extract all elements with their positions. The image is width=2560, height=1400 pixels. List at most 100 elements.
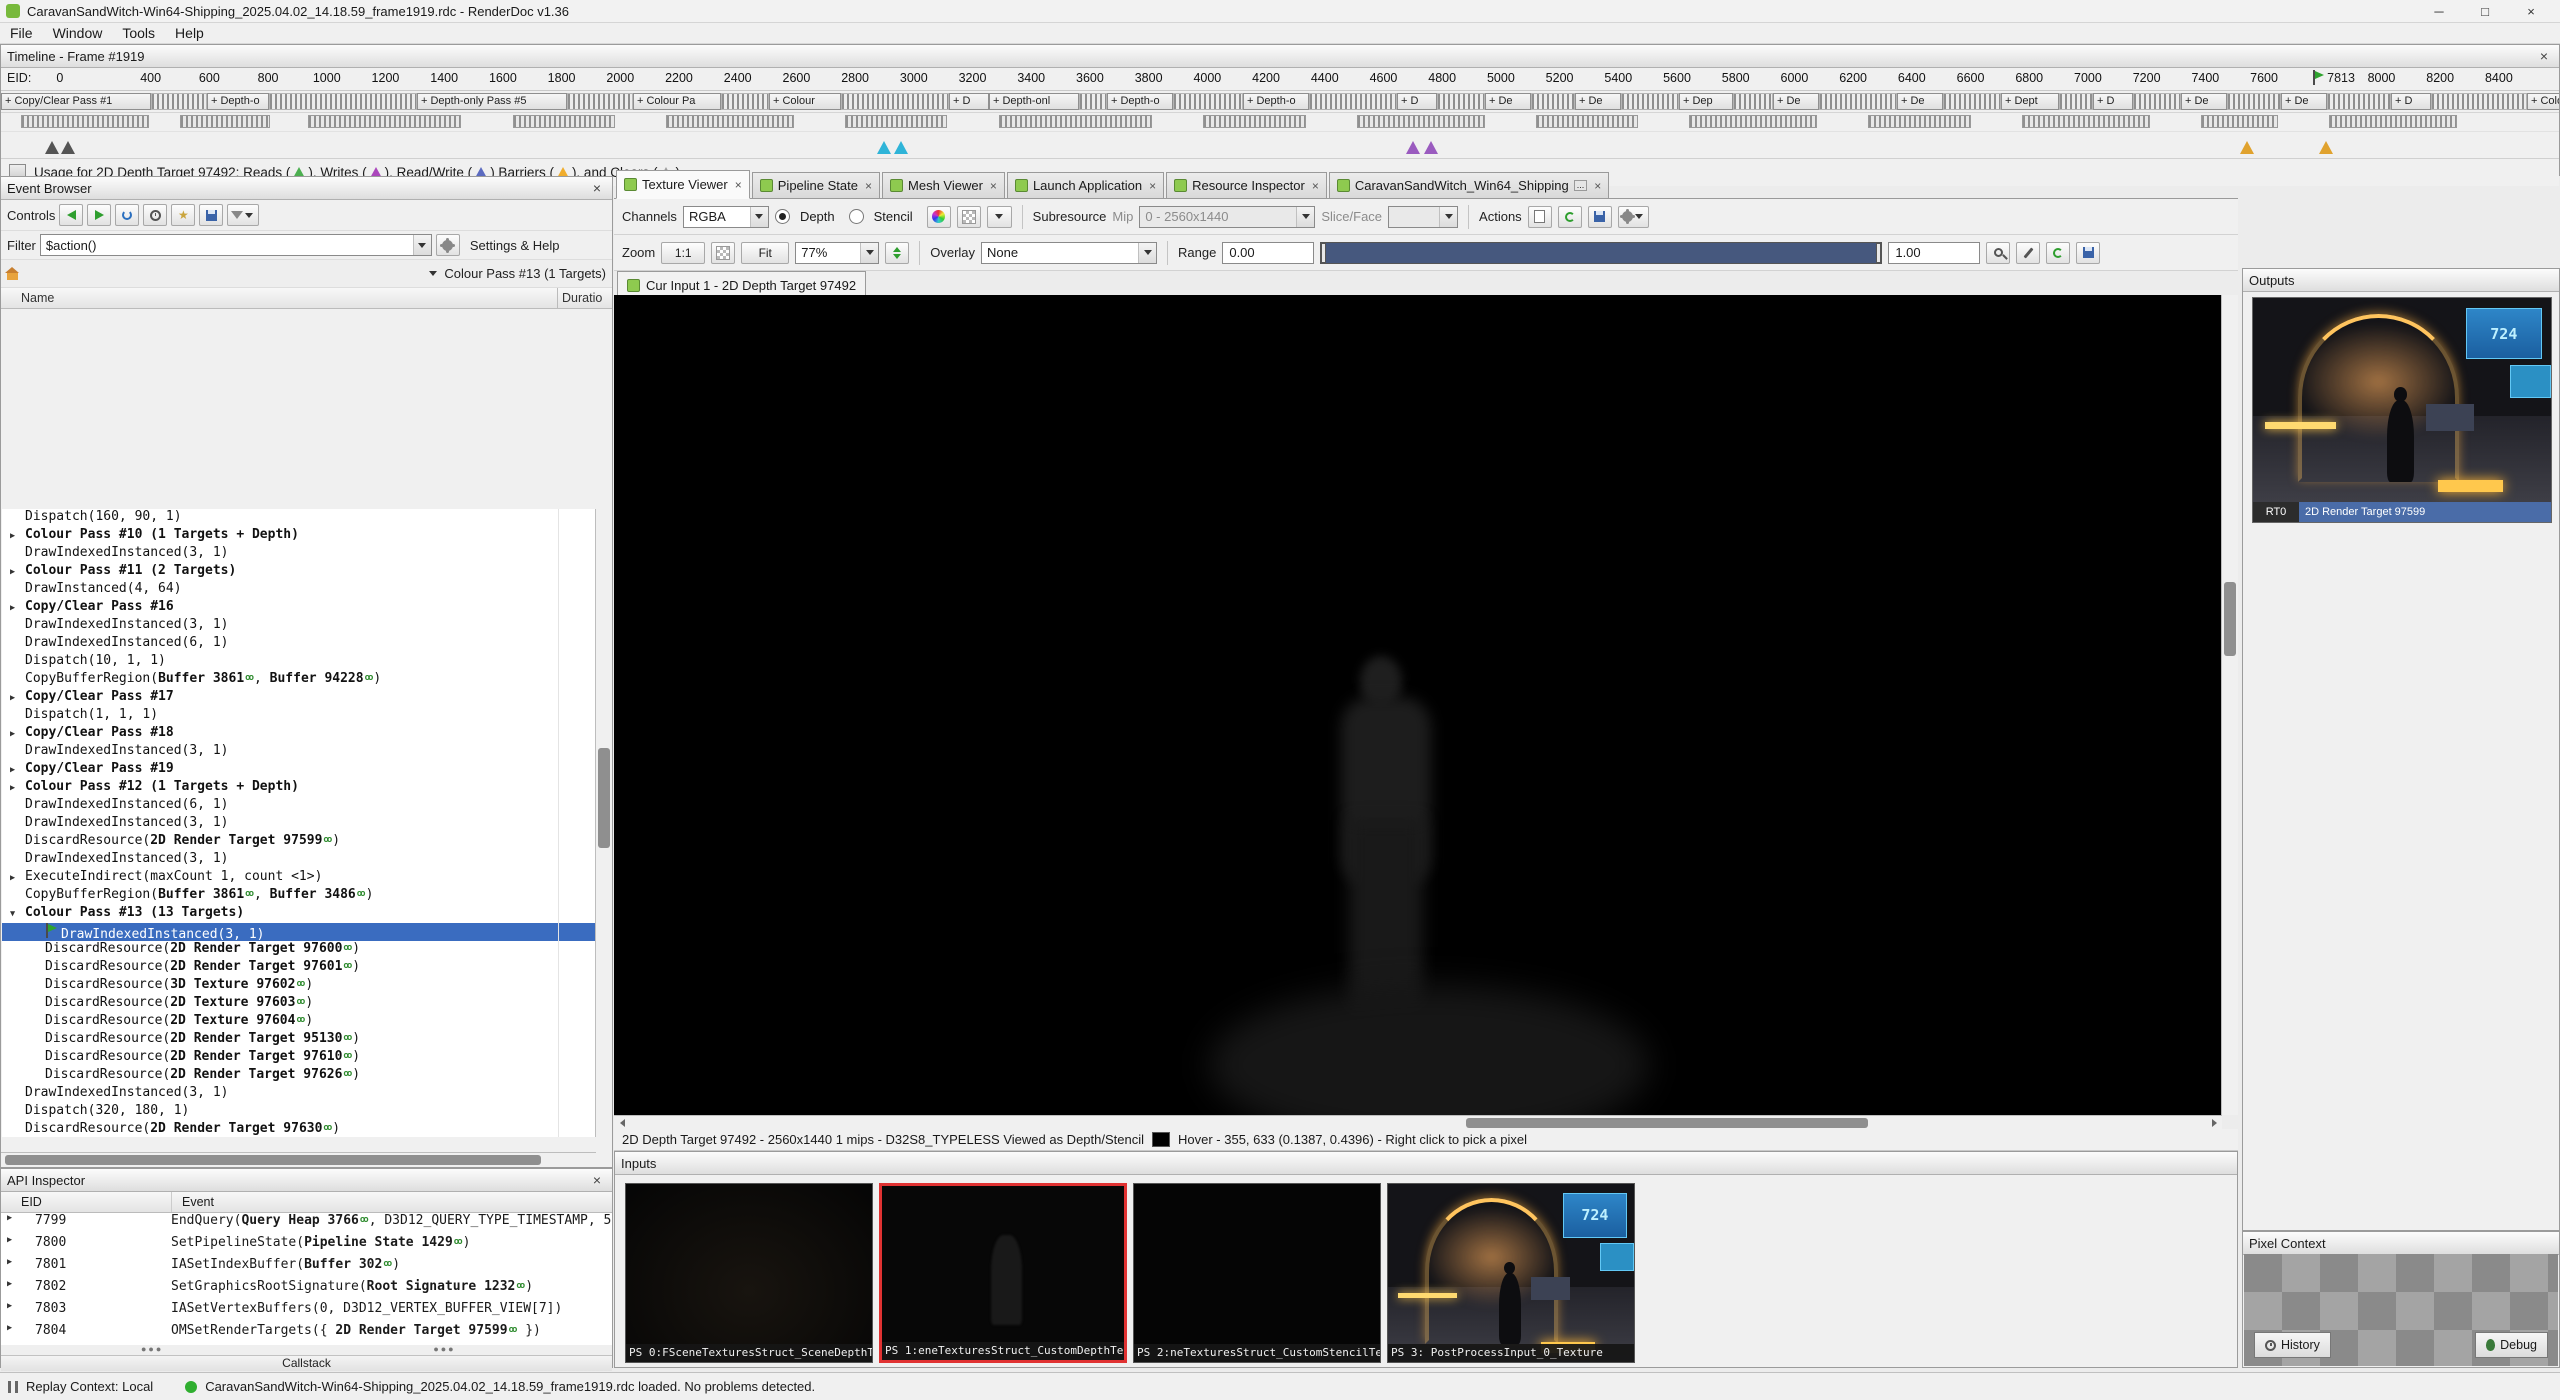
- expand-arrow-icon[interactable]: ▶: [1, 1235, 25, 1257]
- expand-arrow-icon[interactable]: ▶: [10, 765, 25, 775]
- usage-marker-icon[interactable]: [877, 141, 891, 154]
- pass-label[interactable]: + De: [1575, 93, 1621, 110]
- menu-help[interactable]: Help: [165, 23, 214, 43]
- gamma-button[interactable]: [927, 206, 951, 228]
- event-row[interactable]: ▶Copy/Clear Pass #17: [2, 689, 597, 707]
- timing-button[interactable]: [143, 204, 167, 226]
- input-thumbnail[interactable]: PS 2:neTexturesStruct_CustomStencilText: [1133, 1183, 1381, 1363]
- timeline-ruler[interactable]: EID: 7813 040060080010001200140016001800…: [1, 68, 2559, 91]
- pass-label[interactable]: + D: [1397, 93, 1437, 110]
- refresh-button[interactable]: [115, 204, 139, 226]
- pass-label[interactable]: + Dep: [1679, 93, 1733, 110]
- prev-event-button[interactable]: [59, 204, 83, 226]
- expand-arrow-icon[interactable]: ▶: [10, 873, 25, 883]
- pass-label[interactable]: + D: [2391, 93, 2431, 110]
- menu-file[interactable]: File: [0, 23, 43, 43]
- expand-arrow-icon[interactable]: ▶: [1, 1213, 25, 1235]
- tab-pipeline-state[interactable]: Pipeline State×: [752, 172, 880, 198]
- scrollbar-thumb[interactable]: [2224, 582, 2236, 656]
- column-event[interactable]: Event: [172, 1192, 214, 1212]
- api-splitter[interactable]: ●●● ●●●: [1, 1345, 612, 1355]
- input-thumbnail[interactable]: 724PS 3: PostProcessInput_0_Texture: [1387, 1183, 1635, 1363]
- pass-label[interactable]: + De: [1897, 93, 1943, 110]
- pass-label[interactable]: + Dept: [2001, 93, 2059, 110]
- channels-select[interactable]: RGBA: [683, 206, 769, 228]
- background-pattern-button[interactable]: [957, 206, 981, 228]
- usage-marker-icon[interactable]: [1406, 141, 1420, 154]
- tab-caravansandwitch-win64-shipping[interactable]: CaravanSandWitch_Win64_Shipping...×: [1329, 172, 1609, 198]
- chevron-down-icon[interactable]: [860, 243, 878, 263]
- splitter-grip[interactable]: ●●●: [433, 1345, 455, 1355]
- pass-label[interactable]: + Colour Pa: [633, 93, 721, 110]
- event-row[interactable]: ▼Colour Pass #13 (13 Targets): [2, 905, 597, 923]
- range-save-button[interactable]: [2076, 242, 2100, 264]
- save-texture-button[interactable]: [1588, 206, 1612, 228]
- fit-button[interactable]: Fit: [741, 242, 789, 264]
- menu-tools[interactable]: Tools: [112, 23, 165, 43]
- usage-marker-icon[interactable]: [2240, 141, 2254, 154]
- breadcrumb[interactable]: Colour Pass #13 (1 Targets): [444, 266, 606, 281]
- event-row[interactable]: DiscardResource(2D Texture 97604oo): [2, 1013, 597, 1031]
- api-row[interactable]: ▶7804OMSetRenderTargets({ 2D Render Targ…: [1, 1323, 612, 1345]
- event-row[interactable]: ▶Colour Pass #10 (1 Targets + Depth): [2, 527, 597, 545]
- expand-arrow-icon[interactable]: ▼: [10, 909, 25, 919]
- timeline-close-icon[interactable]: ×: [2535, 48, 2553, 64]
- column-name[interactable]: Name: [1, 288, 54, 308]
- pass-label[interactable]: + Depth-o: [207, 93, 269, 110]
- event-row[interactable]: Dispatch(320, 180, 1): [2, 1103, 597, 1121]
- texture-hscrollbar[interactable]: [614, 1115, 2222, 1130]
- settings-help-link[interactable]: Settings & Help: [470, 238, 560, 253]
- texture-vscrollbar[interactable]: [2221, 295, 2238, 1115]
- pass-label[interactable]: + Depth-onl: [989, 93, 1079, 110]
- api-row[interactable]: ▶7802SetGraphicsRootSignature(Root Signa…: [1, 1279, 612, 1301]
- event-browser-hscrollbar[interactable]: [1, 1152, 596, 1167]
- range-slider-min-handle[interactable]: [1321, 243, 1326, 263]
- expand-arrow-icon[interactable]: ▶: [10, 531, 25, 541]
- input-thumbnail[interactable]: PS 0:FSceneTexturesStruct_SceneDepthText…: [625, 1183, 873, 1363]
- event-row[interactable]: ▶Copy/Clear Pass #18: [2, 725, 597, 743]
- event-row[interactable]: CopyBufferRegion(Buffer 3861oo, Buffer 9…: [2, 671, 597, 689]
- event-row[interactable]: ▶ExecuteIndirect(maxCount 1, count <1>): [2, 869, 597, 887]
- current-eid-marker[interactable]: 7813: [2312, 70, 2355, 85]
- range-slider[interactable]: [1320, 242, 1882, 264]
- usage-marker-icon[interactable]: [1424, 141, 1438, 154]
- menu-window[interactable]: Window: [43, 23, 113, 43]
- range-zoom-button[interactable]: [1986, 242, 2010, 264]
- close-button[interactable]: ×: [2508, 0, 2554, 22]
- event-row[interactable]: DiscardResource(3D Texture 97602oo): [2, 977, 597, 995]
- expand-arrow-icon[interactable]: ▶: [10, 783, 25, 793]
- replay-context-label[interactable]: Replay Context: Local: [26, 1379, 153, 1394]
- background-dropdown-button[interactable]: [987, 206, 1012, 228]
- scroll-left-arrow-icon[interactable]: [614, 1116, 630, 1130]
- tab-close-icon[interactable]: ×: [735, 178, 742, 192]
- api-call-list[interactable]: ▶7799EndQuery(Query Heap 3766oo, D3D12_Q…: [1, 1213, 612, 1345]
- pass-label[interactable]: + De: [2281, 93, 2327, 110]
- maximize-button[interactable]: □: [2462, 0, 2508, 22]
- tab-close-icon[interactable]: ×: [865, 179, 872, 193]
- scroll-right-arrow-icon[interactable]: [2206, 1116, 2222, 1130]
- tab-close-icon[interactable]: ×: [1594, 179, 1601, 193]
- expand-arrow-icon[interactable]: ▶: [1, 1279, 25, 1301]
- splitter-grip[interactable]: ●●●: [141, 1345, 163, 1355]
- chevron-down-icon[interactable]: [750, 207, 768, 227]
- api-column-header[interactable]: EID Event: [1, 1192, 612, 1213]
- chevron-down-icon[interactable]: [413, 235, 431, 255]
- api-inspector-close-icon[interactable]: ×: [588, 1172, 606, 1188]
- scrollbar-thumb[interactable]: [5, 1155, 541, 1165]
- tab-overflow-icon[interactable]: ...: [1574, 180, 1588, 191]
- event-row[interactable]: DrawIndexedInstanced(3, 1): [2, 815, 597, 833]
- filter-settings-button[interactable]: [436, 234, 460, 256]
- tab-close-icon[interactable]: ×: [1149, 179, 1156, 193]
- event-browser-vscrollbar[interactable]: [595, 509, 612, 1137]
- expand-arrow-icon[interactable]: ▶: [1, 1323, 25, 1345]
- pass-label[interactable]: + De: [2181, 93, 2227, 110]
- event-row[interactable]: DiscardResource(2D Render Target 97601oo…: [2, 959, 597, 977]
- event-row[interactable]: DrawIndexedInstanced(3, 1): [2, 545, 597, 563]
- filter-input[interactable]: $action(): [40, 234, 432, 256]
- event-row[interactable]: DiscardResource(2D Render Target 95130oo…: [2, 1031, 597, 1049]
- texture-viewport[interactable]: [614, 295, 2222, 1115]
- pass-label[interactable]: + Depth-only Pass #5: [417, 93, 567, 110]
- texture-settings-button[interactable]: [1618, 206, 1649, 228]
- chevron-down-icon[interactable]: [426, 260, 440, 287]
- column-duration[interactable]: Duration: [557, 288, 602, 308]
